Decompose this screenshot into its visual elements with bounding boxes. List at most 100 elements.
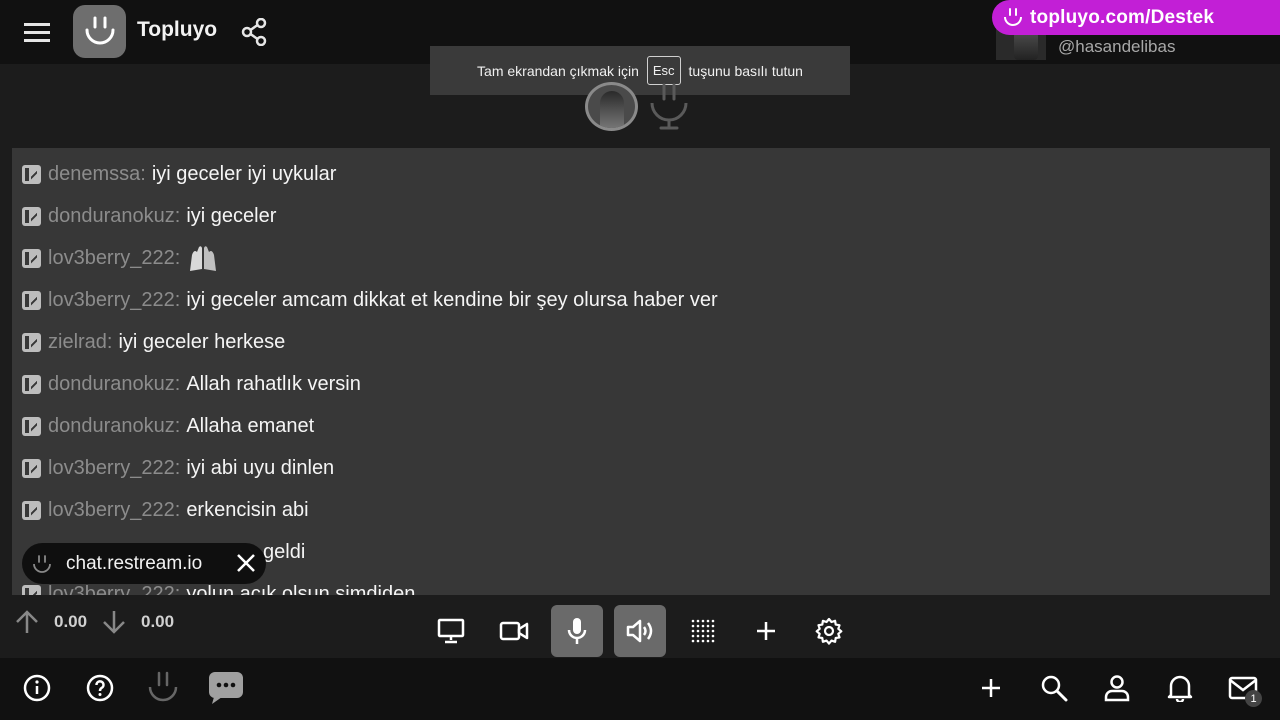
chat-message: zielrad: iyi geceler herkese bbox=[22, 327, 285, 357]
chat-text: yolun açık olsun şimdiden bbox=[186, 582, 416, 596]
share-button[interactable] bbox=[240, 17, 268, 47]
chat-message: lov3berry_222: iyi geceler amcam dikkat … bbox=[22, 285, 718, 315]
messages-button[interactable]: 1 bbox=[1225, 670, 1262, 707]
kick-icon bbox=[22, 248, 41, 268]
chat-text: erkencisin abi bbox=[186, 498, 309, 521]
kick-icon bbox=[22, 206, 41, 226]
speaker-avatar-empty[interactable] bbox=[646, 80, 692, 132]
smile-logo-icon bbox=[85, 16, 114, 44]
add-nav-button[interactable] bbox=[973, 670, 1009, 706]
microphone-button[interactable] bbox=[551, 605, 603, 657]
speaker-icon bbox=[626, 619, 653, 643]
upload-value: 0.00 bbox=[54, 612, 88, 631]
chat-text: iyi abi uyu dinlen bbox=[186, 456, 335, 479]
search-icon bbox=[1041, 675, 1068, 702]
kick-icon bbox=[22, 290, 41, 310]
mail-count-badge: 1 bbox=[1245, 690, 1262, 707]
chat-message: denemssa: iyi geceler iyi uykular bbox=[22, 159, 336, 189]
kick-icon bbox=[22, 458, 41, 478]
chat-text: iyi geceler iyi uykular bbox=[151, 162, 337, 185]
help-icon bbox=[86, 674, 114, 702]
search-button[interactable] bbox=[1036, 670, 1072, 706]
chat-button[interactable] bbox=[207, 670, 245, 706]
upload-stat: 0.00 bbox=[14, 609, 87, 635]
fullscreen-notice: Tam ekrandan çıkmak için Esc tuşunu bası… bbox=[430, 46, 850, 95]
help-button[interactable] bbox=[82, 670, 118, 706]
chat-username[interactable]: lov3berry_222: bbox=[48, 457, 180, 480]
kick-icon bbox=[22, 416, 41, 436]
close-icon[interactable] bbox=[236, 553, 256, 573]
bottom-nav: 1 bbox=[0, 658, 1280, 720]
kick-icon bbox=[22, 584, 41, 595]
gear-icon bbox=[815, 617, 843, 645]
chat-username[interactable]: lov3berry_222: bbox=[48, 583, 180, 596]
kick-icon bbox=[22, 500, 41, 520]
arrow-up-icon bbox=[16, 610, 38, 633]
chat-text: Allah rahatlık versin bbox=[186, 372, 361, 395]
user-icon bbox=[1104, 675, 1130, 702]
chat-message: donduranokuz: Allaha emanet bbox=[22, 411, 314, 441]
notifications-button[interactable] bbox=[1162, 670, 1198, 706]
info-icon bbox=[23, 674, 51, 702]
chat-text: iyi geceler herkese bbox=[118, 330, 286, 353]
kick-icon bbox=[22, 164, 41, 184]
effects-button[interactable] bbox=[677, 605, 729, 657]
promo-text: topluyo.com/Destek bbox=[1030, 6, 1215, 28]
arrow-down-icon bbox=[103, 611, 125, 634]
app-logo[interactable] bbox=[73, 5, 126, 58]
profile-button[interactable] bbox=[1099, 670, 1135, 706]
plus-icon bbox=[982, 679, 1000, 697]
chat-message: lov3berry_222: bbox=[22, 243, 220, 273]
speaker-avatar[interactable] bbox=[585, 82, 638, 131]
info-button[interactable] bbox=[19, 670, 55, 706]
chat-text: iyi geceler amcam dikkat et kendine bir … bbox=[186, 288, 718, 311]
chat-bubble-icon bbox=[209, 672, 243, 704]
download-value: 0.00 bbox=[141, 612, 175, 631]
chat-message: donduranokuz: iyi geceler bbox=[22, 201, 276, 231]
chat-username[interactable]: denemssa: bbox=[48, 163, 146, 186]
chat-text: Allaha emanet bbox=[186, 414, 315, 437]
chat-username[interactable]: donduranokuz: bbox=[48, 415, 180, 438]
smile-logo-icon bbox=[148, 671, 178, 702]
dots-grid-icon bbox=[691, 619, 715, 643]
chat-username[interactable]: donduranokuz: bbox=[48, 373, 180, 396]
call-controls: 0.00 0.00 bbox=[0, 595, 1280, 658]
chat-username[interactable]: lov3berry_222: bbox=[48, 499, 180, 522]
fullscreen-notice-before: Tam ekrandan çıkmak için bbox=[477, 62, 639, 79]
camera-button[interactable] bbox=[488, 605, 540, 657]
app-title: Topluyo bbox=[137, 18, 218, 41]
fullscreen-notice-after: tuşunu basılı tutun bbox=[688, 62, 803, 79]
chat-text: iyi geceler bbox=[186, 204, 277, 227]
menu-button[interactable] bbox=[22, 18, 52, 46]
microphone-icon bbox=[567, 618, 587, 644]
chat-source-label: chat.restream.io bbox=[66, 552, 203, 574]
chat-message: lov3berry_222: iyi abi uyu dinlen bbox=[22, 453, 334, 483]
settings-button[interactable] bbox=[803, 605, 855, 657]
chat-panel[interactable]: denemssa: iyi geceler iyi uykular dondur… bbox=[12, 148, 1270, 595]
smile-logo-icon bbox=[1004, 7, 1022, 26]
bell-icon bbox=[1167, 675, 1193, 702]
smile-logo-icon bbox=[33, 554, 51, 573]
chat-username[interactable]: zielrad: bbox=[48, 331, 112, 354]
kick-icon bbox=[22, 374, 41, 394]
user-handle: @hasandelibas bbox=[1058, 37, 1176, 56]
speaker-button[interactable] bbox=[614, 605, 666, 657]
monitor-icon bbox=[437, 618, 465, 644]
raised-hands-emoji-icon bbox=[186, 243, 220, 273]
promo-banner[interactable]: topluyo.com/Destek bbox=[992, 0, 1280, 35]
smile-logo-icon bbox=[650, 83, 688, 130]
chat-username[interactable]: lov3berry_222: bbox=[48, 289, 180, 312]
screen-share-button[interactable] bbox=[425, 605, 477, 657]
download-stat: 0.00 bbox=[101, 609, 174, 635]
chat-source-pill[interactable]: chat.restream.io bbox=[22, 543, 266, 584]
chat-message: donduranokuz: Allah rahatlık versin bbox=[22, 369, 361, 399]
share-icon bbox=[241, 18, 267, 46]
plus-icon bbox=[757, 622, 775, 640]
chat-username[interactable]: lov3berry_222: bbox=[48, 247, 180, 270]
video-camera-icon bbox=[499, 621, 529, 641]
kick-icon bbox=[22, 332, 41, 352]
chat-message: lov3berry_222: erkencisin abi bbox=[22, 495, 309, 525]
topluyo-home-button[interactable] bbox=[145, 670, 181, 706]
chat-username[interactable]: donduranokuz: bbox=[48, 205, 180, 228]
add-button[interactable] bbox=[740, 605, 792, 657]
